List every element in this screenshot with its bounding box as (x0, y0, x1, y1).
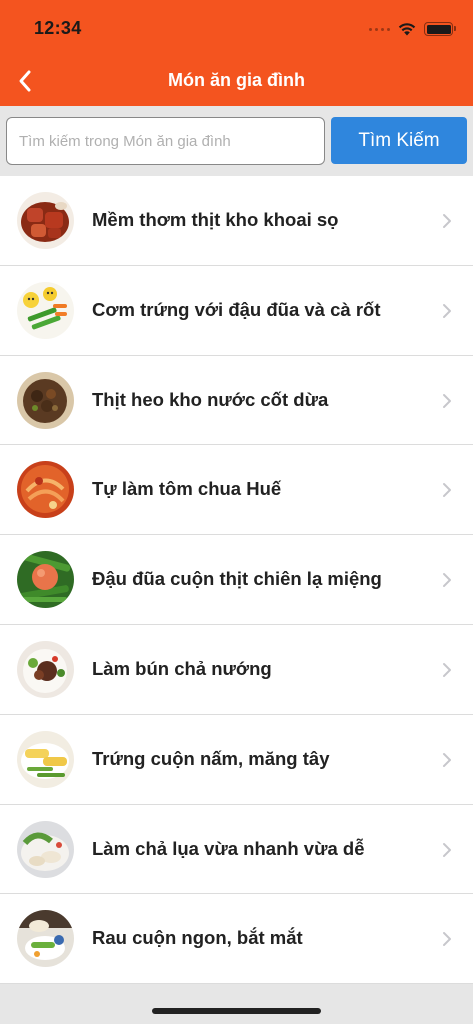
home-indicator[interactable] (152, 1008, 321, 1014)
battery-icon (424, 22, 456, 36)
recipe-thumbnail (17, 820, 74, 878)
recipe-thumbnail (17, 281, 74, 339)
chevron-right-icon (443, 842, 451, 857)
list-item[interactable]: Trứng cuộn nấm, măng tây (0, 714, 473, 805)
chevron-right-icon (443, 932, 451, 947)
chevron-right-icon (443, 752, 451, 767)
list-item[interactable]: Làm chả lụa vừa nhanh vừa dễ (0, 804, 473, 895)
search-input[interactable] (6, 117, 325, 165)
home-indicator-area (0, 986, 473, 1024)
recipe-title: Rau cuộn ngon, bắt mắt (92, 927, 303, 949)
recipe-list: Mềm thơm thịt kho khoai sọ Cơm trứng với… (0, 176, 473, 985)
list-item[interactable]: Tự làm tôm chua Huế (0, 445, 473, 536)
list-item[interactable]: Làm bún chả nướng (0, 624, 473, 715)
recipe-title: Trứng cuộn nấm, măng tây (92, 747, 330, 769)
chevron-right-icon (443, 573, 451, 588)
wifi-icon (398, 23, 416, 36)
recipe-thumbnail (17, 192, 74, 249)
chevron-right-icon (443, 393, 451, 408)
list-item[interactable]: Mềm thơm thịt kho khoai sọ (0, 176, 473, 266)
page-title: Món ăn gia đình (168, 70, 305, 90)
recipe-thumbnail (17, 461, 74, 519)
list-item[interactable]: Rau cuộn ngon, bắt mắt (0, 894, 473, 985)
recipe-title: Mềm thơm thịt kho khoai sọ (92, 209, 339, 230)
list-item[interactable]: Cơm trứng với đậu đũa và cà rốt (0, 265, 473, 356)
recipe-thumbnail (17, 910, 74, 968)
cellular-signal-icon (369, 27, 390, 31)
recipe-title: Làm bún chả nướng (92, 657, 272, 679)
header: 12:34 Món ăn gia đình (0, 0, 473, 106)
recipe-title: Làm chả lụa vừa nhanh vừa dễ (92, 837, 365, 859)
list-item[interactable]: Thịt heo kho nước cốt dừa (0, 355, 473, 446)
status-time: 12:34 (34, 18, 82, 38)
chevron-right-icon (443, 483, 451, 498)
recipe-thumbnail (17, 551, 74, 609)
search-button[interactable]: Tìm Kiếm (331, 117, 467, 164)
search-area: Tìm Kiếm (0, 106, 473, 176)
chevron-right-icon (443, 214, 451, 228)
status-icons (369, 20, 456, 38)
recipe-title: Đậu đũa cuộn thịt chiên lạ miệng (92, 568, 382, 590)
chevron-right-icon (443, 662, 451, 677)
list-item[interactable]: Đậu đũa cuộn thịt chiên lạ miệng (0, 535, 473, 625)
recipe-thumbnail (17, 730, 74, 788)
chevron-right-icon (443, 303, 451, 318)
status-bar: 12:34 (0, 0, 473, 56)
recipe-thumbnail (17, 371, 74, 429)
navigation-bar: Món ăn gia đình (0, 56, 473, 106)
recipe-thumbnail (17, 640, 74, 698)
recipe-title: Cơm trứng với đậu đũa và cà rốt (92, 298, 381, 320)
recipe-title: Tự làm tôm chua Huế (92, 478, 282, 500)
recipe-title: Thịt heo kho nước cốt dừa (92, 388, 329, 410)
